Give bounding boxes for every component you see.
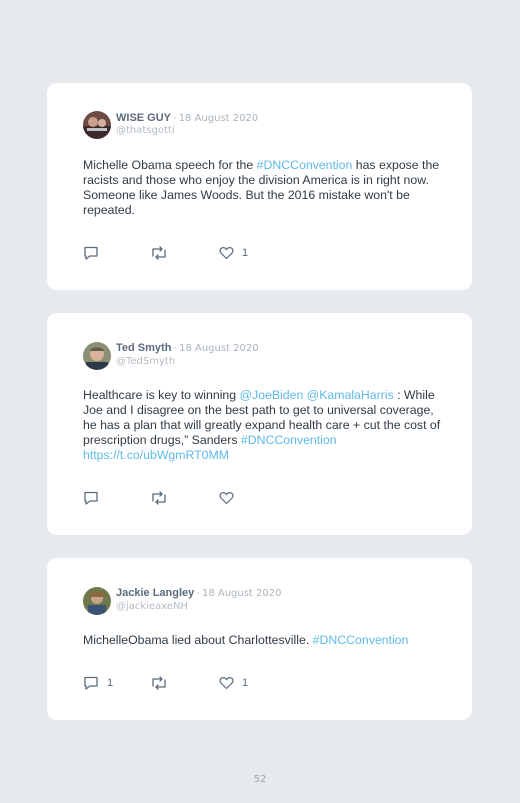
retweet-button[interactable] <box>150 675 168 691</box>
tweet-text: MichelleObama lied about Charlottesville… <box>83 633 443 648</box>
avatar[interactable] <box>83 342 111 370</box>
tweet-link[interactable]: #DNCConvention <box>257 158 353 172</box>
tweet-text-segment: Healthcare is key to winning <box>83 388 240 402</box>
author-name[interactable]: WISE GUY <box>116 112 171 124</box>
retweet-icon <box>150 675 168 691</box>
author-handle[interactable]: @jackieaxeNH <box>116 601 188 613</box>
separator-dot: · <box>173 342 178 354</box>
heart-icon <box>219 491 234 505</box>
tweet-actions: 1 1 <box>83 675 383 691</box>
retweet-icon <box>150 490 168 506</box>
tweet-text: Healthcare is key to winning @JoeBiden @… <box>83 388 443 463</box>
separator-dot: · <box>196 587 200 599</box>
avatar[interactable] <box>83 111 111 139</box>
like-button[interactable] <box>219 490 242 506</box>
separator-dot: · <box>173 112 177 124</box>
retweet-button[interactable] <box>150 245 168 261</box>
author-handle[interactable]: @TedSmyth <box>116 356 175 368</box>
tweet-date: 18 August 2020 <box>178 113 259 124</box>
retweet-button[interactable] <box>150 490 168 506</box>
like-count: 1 <box>242 677 249 689</box>
tweet-date: 18 August 2020 <box>179 343 259 354</box>
tweet-card: WISE GUY · 18 August 2020 @thatsgotti Mich… <box>47 83 472 290</box>
reply-icon <box>83 675 99 691</box>
tweet-text-segment: MichelleObama lied about Charlottesville… <box>83 633 313 647</box>
like-button[interactable]: 1 <box>219 245 248 261</box>
tweet-text: Michelle Obama speech for the #DNCConven… <box>83 158 443 218</box>
reply-icon <box>83 245 99 261</box>
reply-count: 1 <box>107 677 114 689</box>
page-number: 52 <box>253 774 267 785</box>
author-handle[interactable]: @thatsgotti <box>116 125 175 137</box>
avatar[interactable] <box>83 587 111 615</box>
tweet-link[interactable]: @KamalaHarris <box>307 388 394 402</box>
heart-icon <box>219 246 234 260</box>
author-name[interactable]: Ted Smyth <box>116 342 171 354</box>
tweet-card: Jackie Langley · 18 August 2020 @jackieaxe… <box>47 558 472 720</box>
reply-icon <box>83 490 99 506</box>
tweet-link[interactable]: #DNCConvention <box>241 433 337 447</box>
retweet-icon <box>150 245 168 261</box>
like-button[interactable]: 1 <box>219 675 248 691</box>
tweet-actions: 1 <box>83 245 383 261</box>
author-name[interactable]: Jackie Langley <box>116 587 194 599</box>
tweet-actions <box>83 490 383 506</box>
heart-icon <box>219 676 234 690</box>
tweet-link[interactable]: https://t.co/ubWgmRT0MM <box>83 448 229 462</box>
reply-button[interactable] <box>83 490 107 506</box>
tweet-link[interactable]: #DNCConvention <box>313 633 409 647</box>
tweet-card: Ted Smyth · 18 August 2020 @TedSmyth Healt… <box>47 313 472 535</box>
tweet-date: 18 August 2020 <box>201 588 282 599</box>
like-count: 1 <box>242 247 249 259</box>
reply-button[interactable] <box>83 245 107 261</box>
tweet-text-segment: Michelle Obama speech for the <box>83 158 257 172</box>
tweet-link[interactable]: @JoeBiden <box>240 388 304 402</box>
reply-button[interactable]: 1 <box>83 675 113 691</box>
